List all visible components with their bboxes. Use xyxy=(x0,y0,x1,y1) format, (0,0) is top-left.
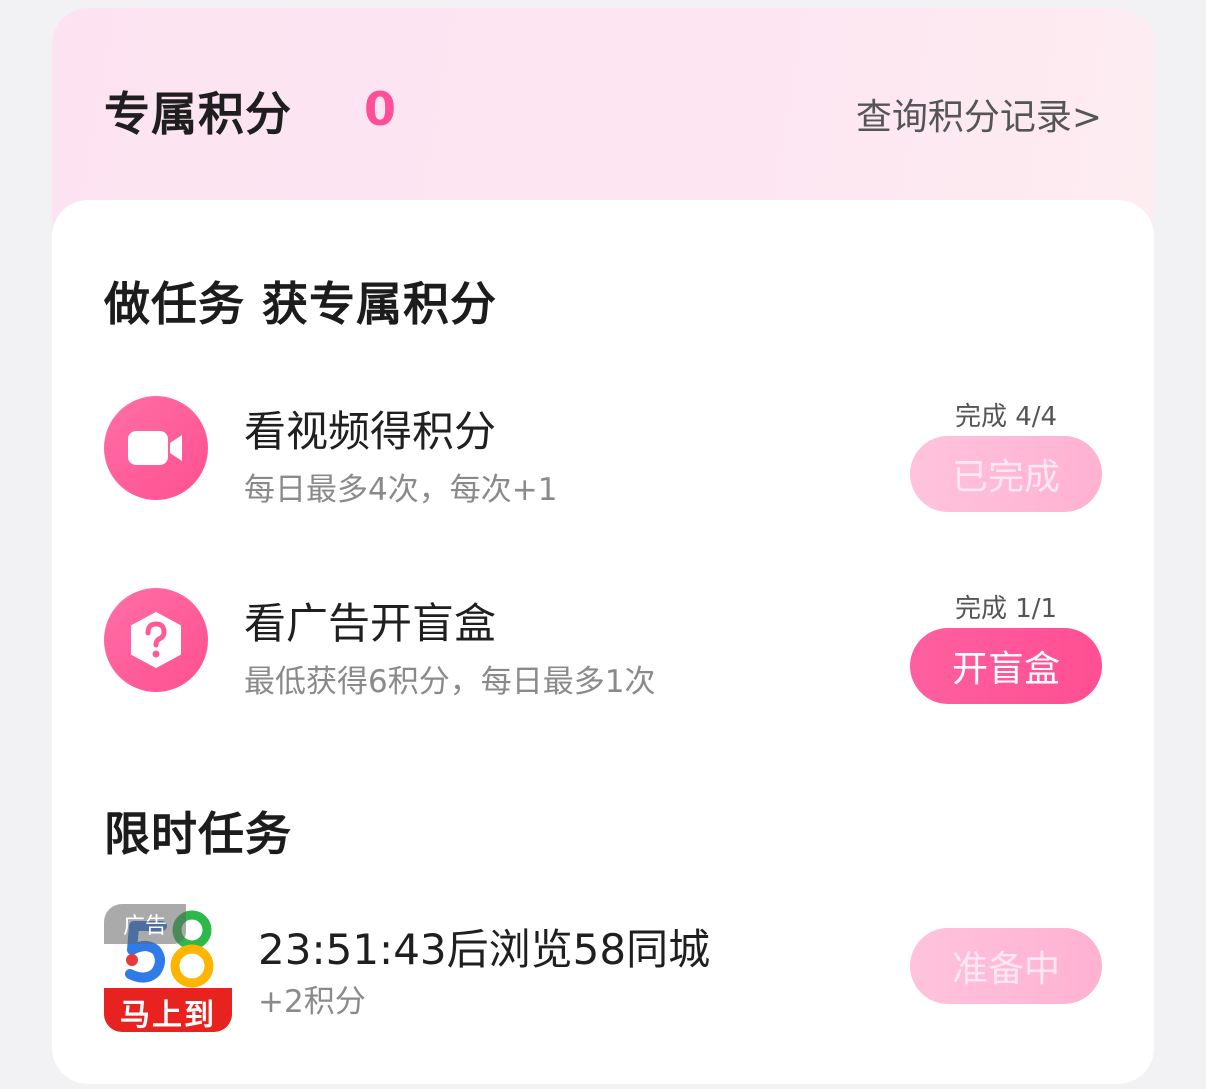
logo-slogan: 马上到 xyxy=(120,998,216,1032)
task-title: 看视频得积分 xyxy=(244,407,497,456)
58-tongcheng-logo: 广告 马上到 xyxy=(104,904,232,1032)
blindbox-task-icon xyxy=(104,588,208,692)
points-history-link[interactable]: 查询积分记录> xyxy=(856,88,1102,140)
limited-task-desc: +2积分 xyxy=(258,984,366,1020)
preparing-button[interactable]: 准备中 xyxy=(910,928,1102,1004)
video-task-icon xyxy=(104,396,208,500)
points-card: 专属积分 0 查询积分记录> 做任务 获专属积分 看视频得积分 每日最多4次，每… xyxy=(52,8,1154,1084)
limited-section-title: 限时任务 xyxy=(104,807,292,861)
task-desc: 每日最多4次，每次+1 xyxy=(244,472,558,508)
video-camera-icon xyxy=(128,431,182,465)
completed-button[interactable]: 已完成 xyxy=(910,436,1102,512)
task-progress: 完成 1/1 xyxy=(954,594,1058,624)
question-mark-icon xyxy=(131,612,181,668)
page-title: 专属积分 xyxy=(104,87,292,141)
tasks-panel: 做任务 获专属积分 看视频得积分 每日最多4次，每次+1 完成 4/4 已完成 … xyxy=(52,200,1154,1084)
open-blindbox-button[interactable]: 开盲盒 xyxy=(910,628,1102,704)
task-title: 看广告开盲盒 xyxy=(244,599,497,648)
points-value: 0 xyxy=(364,82,397,136)
task-desc: 最低获得6积分，每日最多1次 xyxy=(244,664,656,700)
ad-badge: 广告 xyxy=(104,904,186,944)
limited-task-title: 23:51:43后浏览58同城 xyxy=(258,925,711,974)
tasks-section-title: 做任务 获专属积分 xyxy=(104,277,498,331)
task-progress: 完成 4/4 xyxy=(954,402,1058,432)
